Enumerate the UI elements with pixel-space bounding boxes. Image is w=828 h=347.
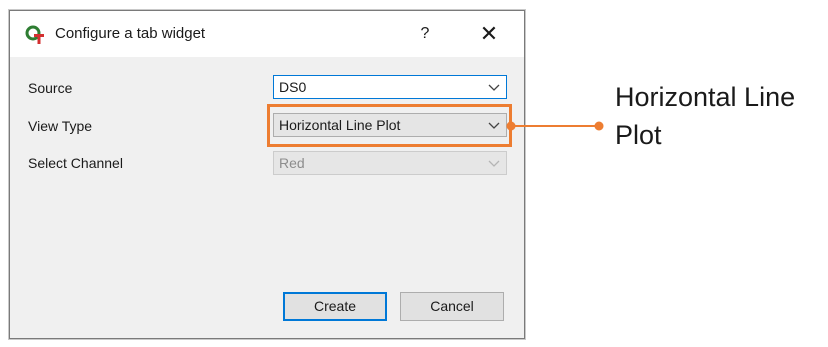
- callout-connector: [506, 121, 604, 131]
- screenshot-stage: Configure a tab widget ? ✕ Source DS0 Vi…: [0, 0, 828, 347]
- callout-annotation: Horizontal Line Plot: [615, 78, 825, 154]
- callout-line-2: Plot: [615, 120, 662, 150]
- callout-line-1: Horizontal Line: [615, 82, 796, 112]
